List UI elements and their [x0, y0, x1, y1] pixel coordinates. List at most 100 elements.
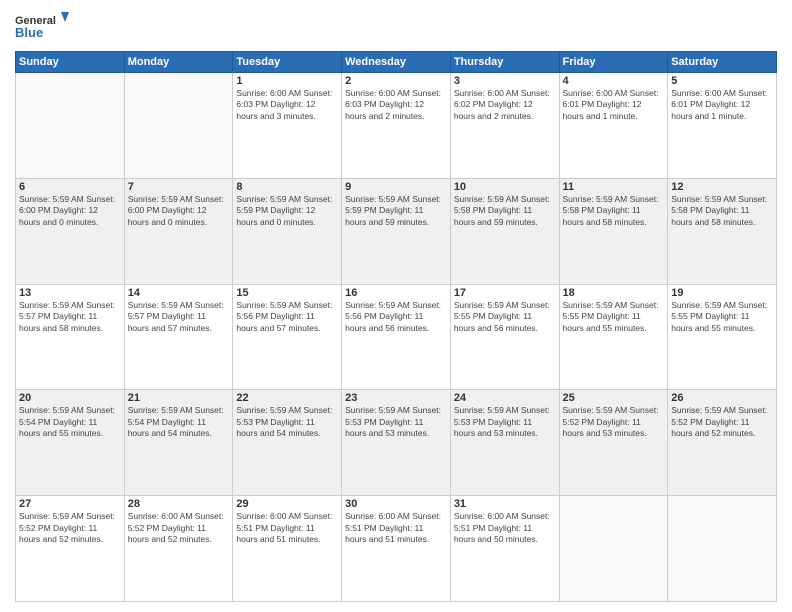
day-info: Sunrise: 5:59 AM Sunset: 5:59 PM Dayligh… — [345, 194, 447, 228]
day-info: Sunrise: 5:59 AM Sunset: 5:53 PM Dayligh… — [454, 405, 556, 439]
calendar-table: SundayMondayTuesdayWednesdayThursdayFrid… — [15, 51, 777, 602]
day-info: Sunrise: 5:59 AM Sunset: 5:59 PM Dayligh… — [236, 194, 338, 228]
week-row-3: 13Sunrise: 5:59 AM Sunset: 5:57 PM Dayli… — [16, 284, 777, 390]
day-number: 3 — [454, 75, 556, 87]
calendar-cell: 22Sunrise: 5:59 AM Sunset: 5:53 PM Dayli… — [233, 390, 342, 496]
day-info: Sunrise: 5:59 AM Sunset: 5:53 PM Dayligh… — [345, 405, 447, 439]
day-info: Sunrise: 5:59 AM Sunset: 5:56 PM Dayligh… — [345, 300, 447, 334]
calendar-cell — [559, 496, 668, 602]
day-number: 12 — [671, 181, 773, 193]
weekday-header-row: SundayMondayTuesdayWednesdayThursdayFrid… — [16, 52, 777, 73]
calendar-cell: 9Sunrise: 5:59 AM Sunset: 5:59 PM Daylig… — [342, 178, 451, 284]
day-info: Sunrise: 6:00 AM Sunset: 6:01 PM Dayligh… — [563, 88, 665, 122]
calendar-cell: 28Sunrise: 6:00 AM Sunset: 5:52 PM Dayli… — [124, 496, 233, 602]
calendar-cell: 20Sunrise: 5:59 AM Sunset: 5:54 PM Dayli… — [16, 390, 125, 496]
calendar-cell: 24Sunrise: 5:59 AM Sunset: 5:53 PM Dayli… — [450, 390, 559, 496]
day-number: 20 — [19, 392, 121, 404]
calendar-cell: 11Sunrise: 5:59 AM Sunset: 5:58 PM Dayli… — [559, 178, 668, 284]
day-info: Sunrise: 6:00 AM Sunset: 5:51 PM Dayligh… — [345, 511, 447, 545]
day-number: 18 — [563, 287, 665, 299]
day-number: 6 — [19, 181, 121, 193]
day-info: Sunrise: 6:00 AM Sunset: 5:52 PM Dayligh… — [128, 511, 230, 545]
day-info: Sunrise: 5:59 AM Sunset: 5:52 PM Dayligh… — [563, 405, 665, 439]
weekday-header-saturday: Saturday — [668, 52, 777, 73]
calendar-cell: 12Sunrise: 5:59 AM Sunset: 5:58 PM Dayli… — [668, 178, 777, 284]
day-info: Sunrise: 6:00 AM Sunset: 5:51 PM Dayligh… — [236, 511, 338, 545]
day-info: Sunrise: 5:59 AM Sunset: 5:55 PM Dayligh… — [454, 300, 556, 334]
weekday-header-tuesday: Tuesday — [233, 52, 342, 73]
weekday-header-monday: Monday — [124, 52, 233, 73]
day-info: Sunrise: 5:59 AM Sunset: 5:55 PM Dayligh… — [671, 300, 773, 334]
weekday-header-sunday: Sunday — [16, 52, 125, 73]
day-info: Sunrise: 6:00 AM Sunset: 6:03 PM Dayligh… — [345, 88, 447, 122]
day-number: 9 — [345, 181, 447, 193]
weekday-header-wednesday: Wednesday — [342, 52, 451, 73]
calendar-cell: 10Sunrise: 5:59 AM Sunset: 5:58 PM Dayli… — [450, 178, 559, 284]
calendar-cell: 25Sunrise: 5:59 AM Sunset: 5:52 PM Dayli… — [559, 390, 668, 496]
day-info: Sunrise: 5:59 AM Sunset: 5:52 PM Dayligh… — [19, 511, 121, 545]
day-info: Sunrise: 6:00 AM Sunset: 6:03 PM Dayligh… — [236, 88, 338, 122]
day-number: 5 — [671, 75, 773, 87]
calendar-cell: 29Sunrise: 6:00 AM Sunset: 5:51 PM Dayli… — [233, 496, 342, 602]
day-number: 23 — [345, 392, 447, 404]
day-number: 28 — [128, 498, 230, 510]
day-info: Sunrise: 5:59 AM Sunset: 6:00 PM Dayligh… — [19, 194, 121, 228]
logo: General Blue — [15, 10, 70, 45]
day-number: 27 — [19, 498, 121, 510]
calendar-cell: 5Sunrise: 6:00 AM Sunset: 6:01 PM Daylig… — [668, 73, 777, 179]
day-number: 15 — [236, 287, 338, 299]
calendar-cell — [16, 73, 125, 179]
calendar-cell: 26Sunrise: 5:59 AM Sunset: 5:52 PM Dayli… — [668, 390, 777, 496]
calendar-cell: 15Sunrise: 5:59 AM Sunset: 5:56 PM Dayli… — [233, 284, 342, 390]
day-number: 22 — [236, 392, 338, 404]
calendar-cell: 16Sunrise: 5:59 AM Sunset: 5:56 PM Dayli… — [342, 284, 451, 390]
calendar-cell: 4Sunrise: 6:00 AM Sunset: 6:01 PM Daylig… — [559, 73, 668, 179]
calendar-cell: 23Sunrise: 5:59 AM Sunset: 5:53 PM Dayli… — [342, 390, 451, 496]
day-info: Sunrise: 5:59 AM Sunset: 5:54 PM Dayligh… — [19, 405, 121, 439]
calendar-cell: 7Sunrise: 5:59 AM Sunset: 6:00 PM Daylig… — [124, 178, 233, 284]
weekday-header-thursday: Thursday — [450, 52, 559, 73]
day-number: 1 — [236, 75, 338, 87]
day-info: Sunrise: 6:00 AM Sunset: 6:01 PM Dayligh… — [671, 88, 773, 122]
day-number: 11 — [563, 181, 665, 193]
day-number: 2 — [345, 75, 447, 87]
day-info: Sunrise: 5:59 AM Sunset: 5:57 PM Dayligh… — [128, 300, 230, 334]
day-number: 25 — [563, 392, 665, 404]
day-info: Sunrise: 5:59 AM Sunset: 5:58 PM Dayligh… — [671, 194, 773, 228]
calendar-cell: 31Sunrise: 6:00 AM Sunset: 5:51 PM Dayli… — [450, 496, 559, 602]
day-number: 30 — [345, 498, 447, 510]
day-number: 19 — [671, 287, 773, 299]
week-row-1: 1Sunrise: 6:00 AM Sunset: 6:03 PM Daylig… — [16, 73, 777, 179]
calendar-cell: 19Sunrise: 5:59 AM Sunset: 5:55 PM Dayli… — [668, 284, 777, 390]
day-number: 10 — [454, 181, 556, 193]
day-info: Sunrise: 5:59 AM Sunset: 5:54 PM Dayligh… — [128, 405, 230, 439]
day-info: Sunrise: 6:00 AM Sunset: 5:51 PM Dayligh… — [454, 511, 556, 545]
week-row-2: 6Sunrise: 5:59 AM Sunset: 6:00 PM Daylig… — [16, 178, 777, 284]
week-row-5: 27Sunrise: 5:59 AM Sunset: 5:52 PM Dayli… — [16, 496, 777, 602]
calendar-cell: 8Sunrise: 5:59 AM Sunset: 5:59 PM Daylig… — [233, 178, 342, 284]
calendar-cell: 27Sunrise: 5:59 AM Sunset: 5:52 PM Dayli… — [16, 496, 125, 602]
day-number: 16 — [345, 287, 447, 299]
calendar-cell — [124, 73, 233, 179]
calendar-cell: 2Sunrise: 6:00 AM Sunset: 6:03 PM Daylig… — [342, 73, 451, 179]
calendar-cell: 6Sunrise: 5:59 AM Sunset: 6:00 PM Daylig… — [16, 178, 125, 284]
day-info: Sunrise: 5:59 AM Sunset: 5:57 PM Dayligh… — [19, 300, 121, 334]
day-info: Sunrise: 5:59 AM Sunset: 5:55 PM Dayligh… — [563, 300, 665, 334]
header: General Blue — [15, 10, 777, 45]
day-number: 13 — [19, 287, 121, 299]
day-number: 26 — [671, 392, 773, 404]
day-info: Sunrise: 5:59 AM Sunset: 6:00 PM Dayligh… — [128, 194, 230, 228]
calendar-cell: 14Sunrise: 5:59 AM Sunset: 5:57 PM Dayli… — [124, 284, 233, 390]
calendar-cell: 13Sunrise: 5:59 AM Sunset: 5:57 PM Dayli… — [16, 284, 125, 390]
day-number: 14 — [128, 287, 230, 299]
day-number: 29 — [236, 498, 338, 510]
day-number: 24 — [454, 392, 556, 404]
day-number: 4 — [563, 75, 665, 87]
day-number: 8 — [236, 181, 338, 193]
week-row-4: 20Sunrise: 5:59 AM Sunset: 5:54 PM Dayli… — [16, 390, 777, 496]
calendar-cell: 30Sunrise: 6:00 AM Sunset: 5:51 PM Dayli… — [342, 496, 451, 602]
calendar-page: General Blue SundayMondayTuesdayWednesda… — [0, 0, 792, 612]
calendar-cell: 1Sunrise: 6:00 AM Sunset: 6:03 PM Daylig… — [233, 73, 342, 179]
calendar-cell: 18Sunrise: 5:59 AM Sunset: 5:55 PM Dayli… — [559, 284, 668, 390]
day-info: Sunrise: 5:59 AM Sunset: 5:52 PM Dayligh… — [671, 405, 773, 439]
